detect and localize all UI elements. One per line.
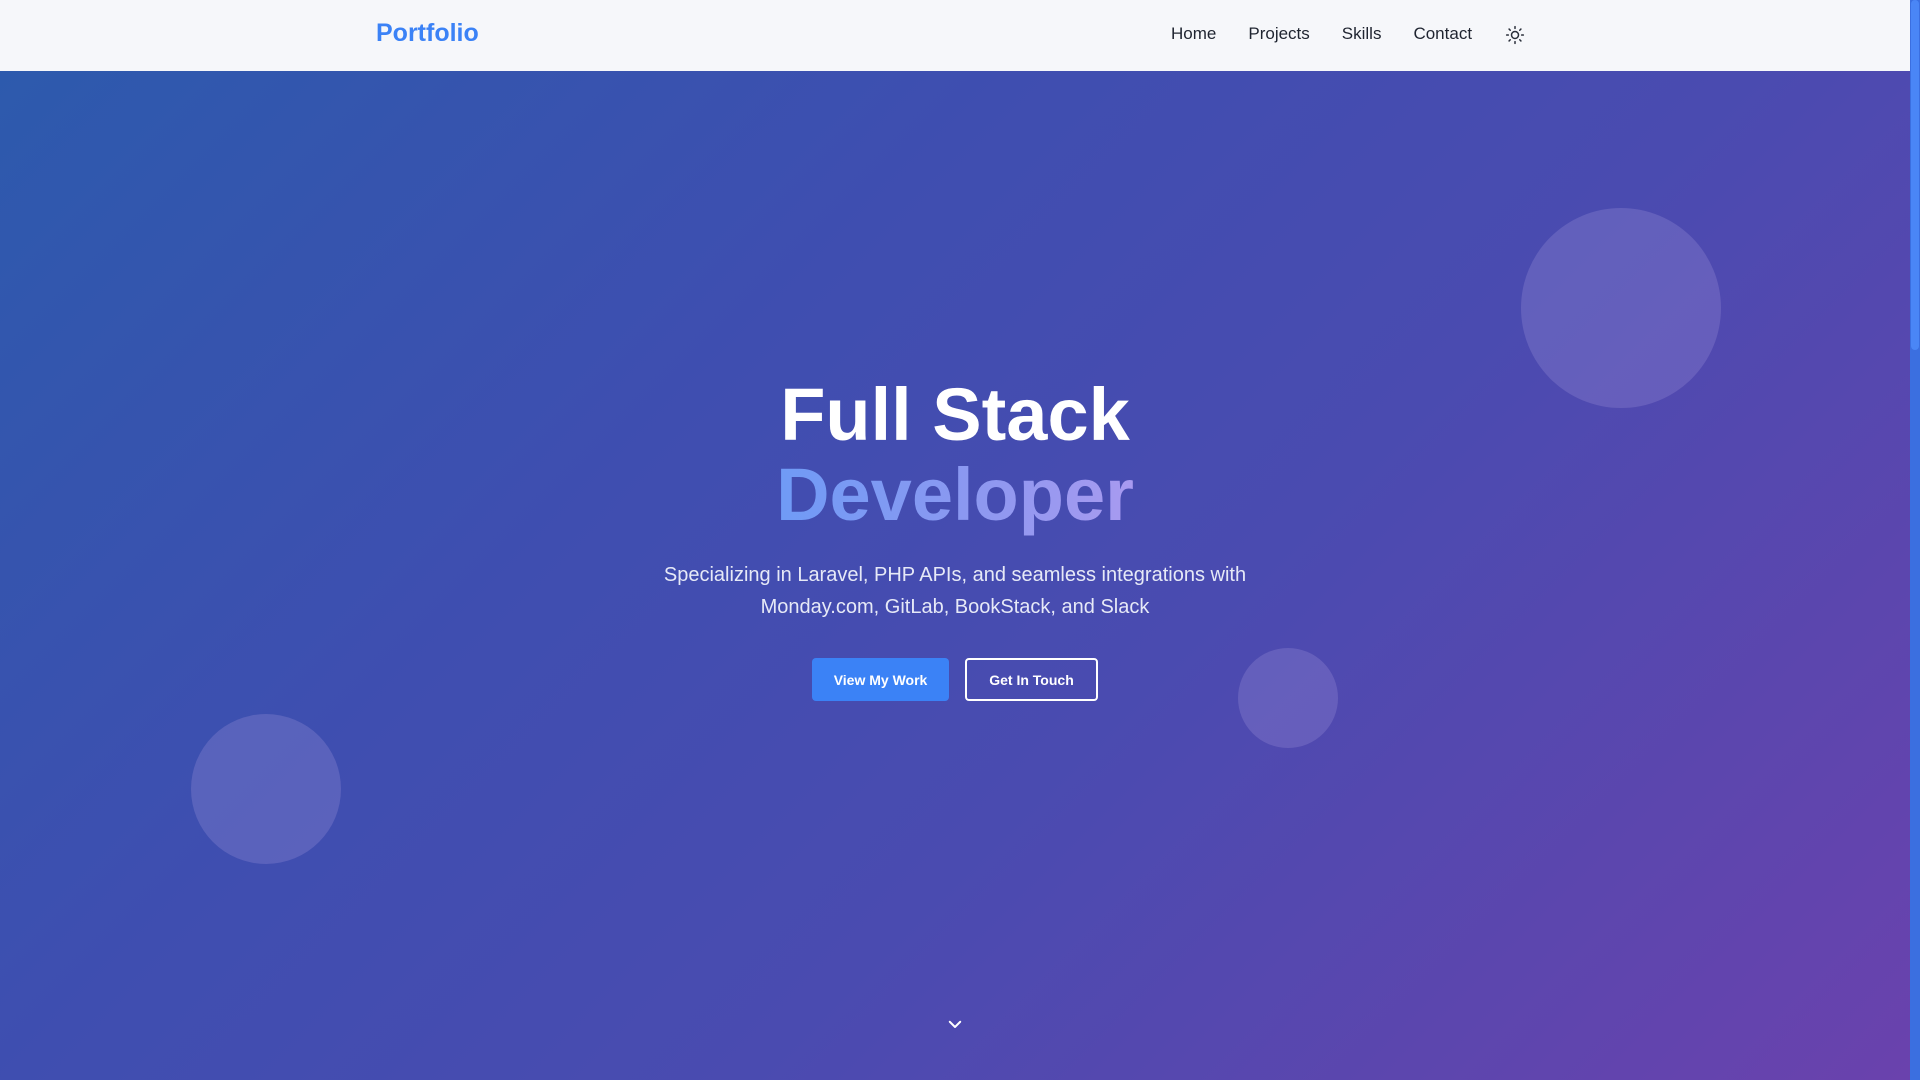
decorative-circle [191,714,341,864]
nav-link-projects[interactable]: Projects [1248,24,1309,44]
chevron-down-icon [948,1020,962,1028]
hero-title-gradient-text: Developer [776,453,1134,536]
scroll-down-button[interactable] [946,1015,964,1033]
nav-link-skills[interactable]: Skills [1342,24,1382,44]
nav-link-home[interactable]: Home [1171,24,1216,44]
hero-section: Full Stack Developer Specializing in Lar… [0,71,1910,1080]
hero-title-highlight: Developer [0,455,1910,535]
view-my-work-button[interactable]: View My Work [812,658,949,701]
hero-title: Full Stack [780,373,1130,456]
sun-icon [1505,25,1525,45]
theme-toggle-button[interactable] [1502,22,1528,48]
nav-links: Home Projects Skills Contact [1171,24,1472,44]
scrollbar-thumb[interactable] [1911,0,1919,350]
nav-link-contact[interactable]: Contact [1413,24,1472,44]
top-navbar: Portfolio Home Projects Skills Contact [0,0,1910,71]
get-in-touch-button[interactable]: Get In Touch [965,658,1098,701]
hero-tagline: Specializing in Laravel, PHP APIs, and s… [663,564,1247,618]
brand-logo[interactable]: Portfolio [376,19,479,48]
hero-cta-row: View My Work Get In Touch [0,658,1910,701]
page: Portfolio Home Projects Skills Contact F… [0,0,1920,1080]
